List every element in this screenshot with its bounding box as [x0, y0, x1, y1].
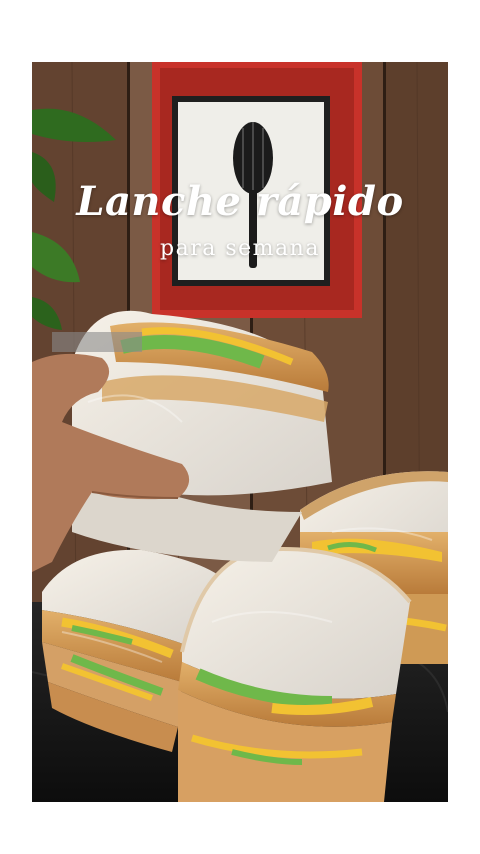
photo — [32, 62, 448, 802]
caption-title: Lanche rápido — [76, 178, 404, 225]
caption-subtitle: para semana — [160, 236, 320, 261]
sandwich-stack-center — [178, 547, 412, 802]
